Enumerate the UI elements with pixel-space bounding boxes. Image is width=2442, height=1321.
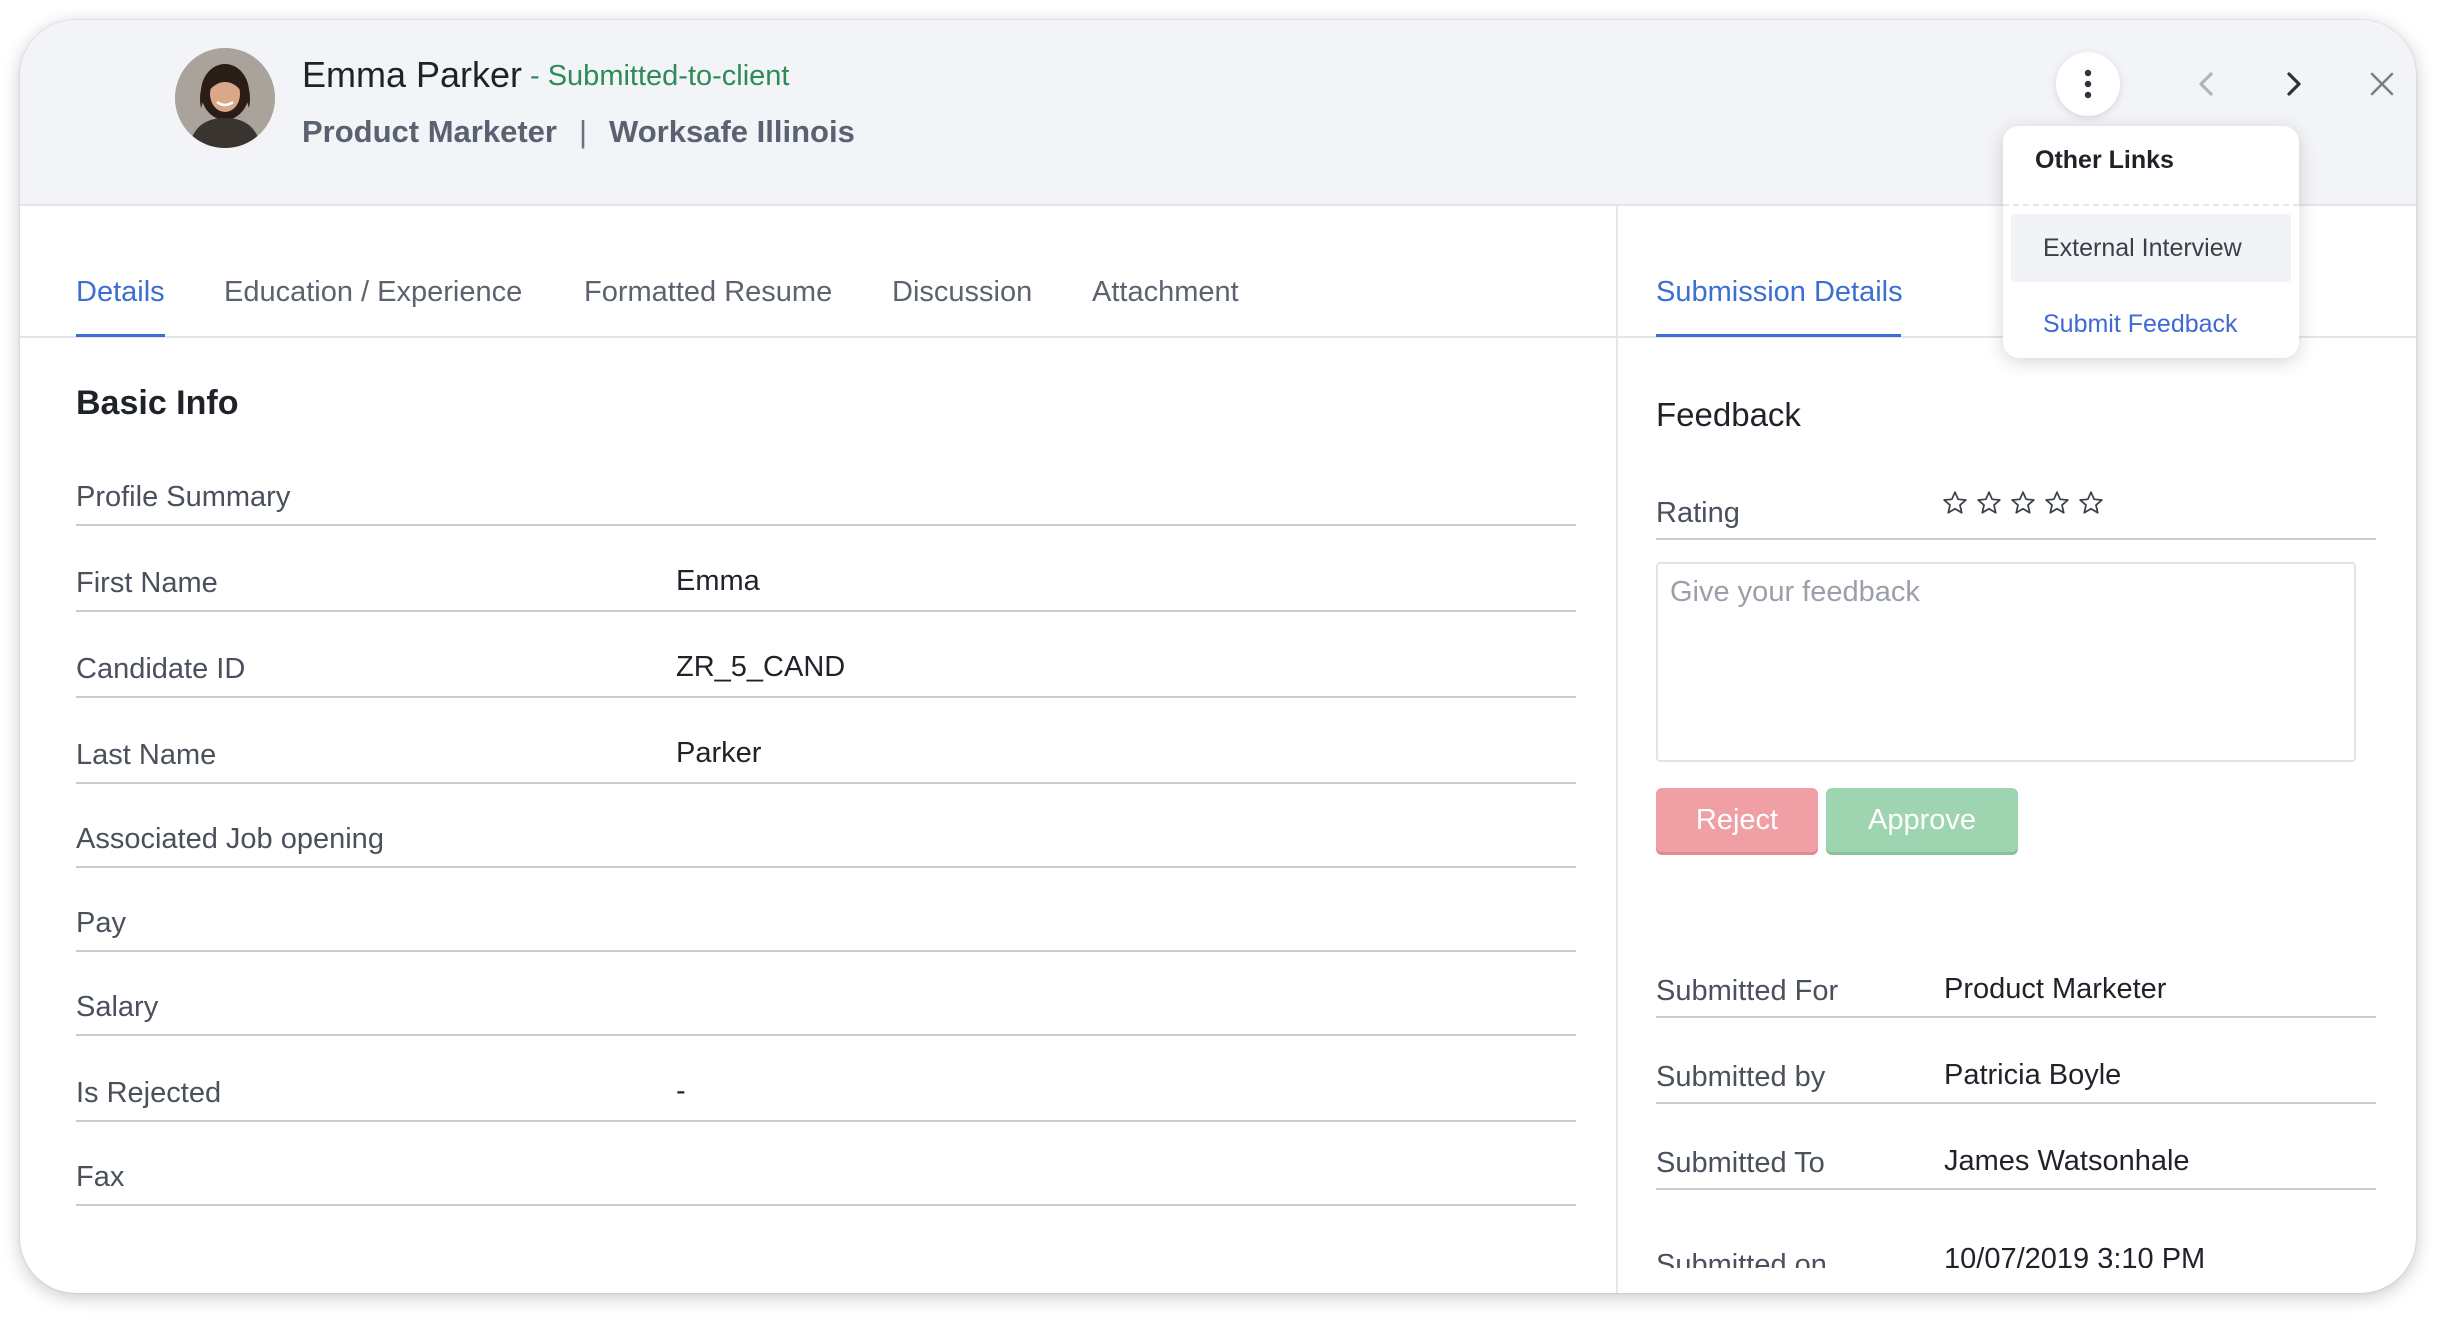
more-options-button[interactable] — [2056, 52, 2120, 116]
field-row: Fax — [76, 1122, 1576, 1206]
feedback-title: Feedback — [1656, 396, 1801, 433]
candidate-title: Product Marketer — [302, 114, 557, 149]
detail-tabs: Details Education / Experience Formatted… — [20, 206, 1616, 338]
close-icon — [2370, 72, 2394, 96]
candidate-detail-panel: Emma Parker - Submitted-to-client Produc… — [20, 20, 2416, 1293]
field-value: Emma — [676, 565, 760, 597]
candidate-subtitle: Product Marketer | Worksafe Illinois — [302, 114, 855, 150]
reject-button[interactable]: Reject — [1656, 788, 1818, 852]
submission-value: James Watsonhale — [1944, 1145, 2190, 1177]
star-outline-icon[interactable] — [2010, 490, 2036, 516]
field-label: Associated Job opening — [76, 823, 384, 855]
basic-info-title: Basic Info — [76, 384, 239, 422]
chevron-left-icon — [2199, 72, 2213, 96]
panel-divider — [1616, 206, 1618, 1293]
active-tab-indicator — [76, 334, 165, 337]
field-label: Candidate ID — [76, 653, 246, 685]
feedback-input[interactable] — [1656, 562, 2356, 762]
submission-label: Submitted by — [1656, 1061, 1826, 1093]
star-outline-icon[interactable] — [1942, 490, 1968, 516]
next-button[interactable] — [2276, 66, 2312, 102]
submission-row: Submitted For Product Marketer — [1656, 934, 2376, 1018]
field-row: Pay — [76, 868, 1576, 952]
tab-education-experience[interactable]: Education / Experience — [224, 276, 522, 309]
field-label: Last Name — [76, 739, 217, 771]
star-outline-icon[interactable] — [2078, 490, 2104, 516]
close-button[interactable] — [2364, 66, 2400, 102]
tab-formatted-resume[interactable]: Formatted Resume — [584, 276, 832, 309]
field-row: Associated Job opening — [76, 784, 1576, 868]
other-links-menu: Other Links External Interview Submit Fe… — [2003, 126, 2299, 358]
candidate-name: Emma Parker — [302, 54, 523, 95]
chevron-right-icon — [2287, 72, 2301, 96]
field-label: First Name — [76, 567, 218, 599]
field-row: Is Rejected - — [76, 1038, 1576, 1122]
tab-discussion[interactable]: Discussion — [892, 276, 1032, 309]
rating-label: Rating — [1656, 497, 1740, 529]
approve-button[interactable]: Approve — [1826, 788, 2018, 852]
submission-value: Patricia Boyle — [1944, 1059, 2122, 1091]
active-tab-indicator-right — [1656, 334, 1901, 337]
submission-value: Product Marketer — [1944, 973, 2167, 1005]
star-outline-icon[interactable] — [2044, 490, 2070, 516]
submission-row: Submitted by Patricia Boyle — [1656, 1020, 2376, 1104]
submission-label: Submitted For — [1656, 975, 1839, 1007]
field-label: Is Rejected — [76, 1077, 222, 1109]
field-value: - — [676, 1075, 686, 1107]
star-rating — [1942, 490, 2104, 516]
field-row: Candidate ID ZR_5_CAND — [76, 614, 1576, 698]
field-label: Pay — [76, 907, 126, 939]
candidate-company[interactable]: Worksafe Illinois — [609, 114, 855, 149]
previous-button[interactable] — [2188, 66, 2224, 102]
field-value: ZR_5_CAND — [676, 651, 846, 683]
tab-submission-details[interactable]: Submission Details — [1656, 276, 1903, 309]
rating-row: Rating — [1656, 468, 2376, 540]
field-value: Parker — [676, 737, 762, 769]
field-label: Salary — [76, 991, 159, 1023]
avatar — [175, 48, 275, 148]
submission-row: Submitted on 10/07/2019 3:10 PM — [1656, 1196, 2376, 1268]
submission-value: 10/07/2019 3:10 PM — [1944, 1243, 2206, 1268]
field-row: First Name Emma — [76, 528, 1576, 612]
field-row: Salary — [76, 952, 1576, 1036]
menu-divider — [2003, 204, 2299, 206]
submission-label: Submitted on — [1656, 1249, 1827, 1268]
field-label: Fax — [76, 1161, 125, 1193]
field-row: Last Name Parker — [76, 700, 1576, 784]
subtitle-separator: | — [578, 114, 588, 149]
submission-row: Submitted To James Watsonhale — [1656, 1106, 2376, 1190]
tab-attachment[interactable]: Attachment — [1092, 276, 1239, 309]
more-vertical-icon — [2084, 69, 2092, 99]
menu-item-submit-feedback[interactable]: Submit Feedback — [2043, 310, 2238, 339]
menu-item-external-interview[interactable]: External Interview — [2011, 214, 2291, 282]
tab-details[interactable]: Details — [76, 276, 165, 309]
star-outline-icon[interactable] — [1976, 490, 2002, 516]
menu-title: Other Links — [2035, 146, 2174, 174]
candidate-status: - Submitted-to-client — [530, 60, 790, 92]
field-row: Profile Summary — [76, 442, 1576, 526]
field-label: Profile Summary — [76, 481, 291, 513]
submission-label: Submitted To — [1656, 1147, 1825, 1179]
